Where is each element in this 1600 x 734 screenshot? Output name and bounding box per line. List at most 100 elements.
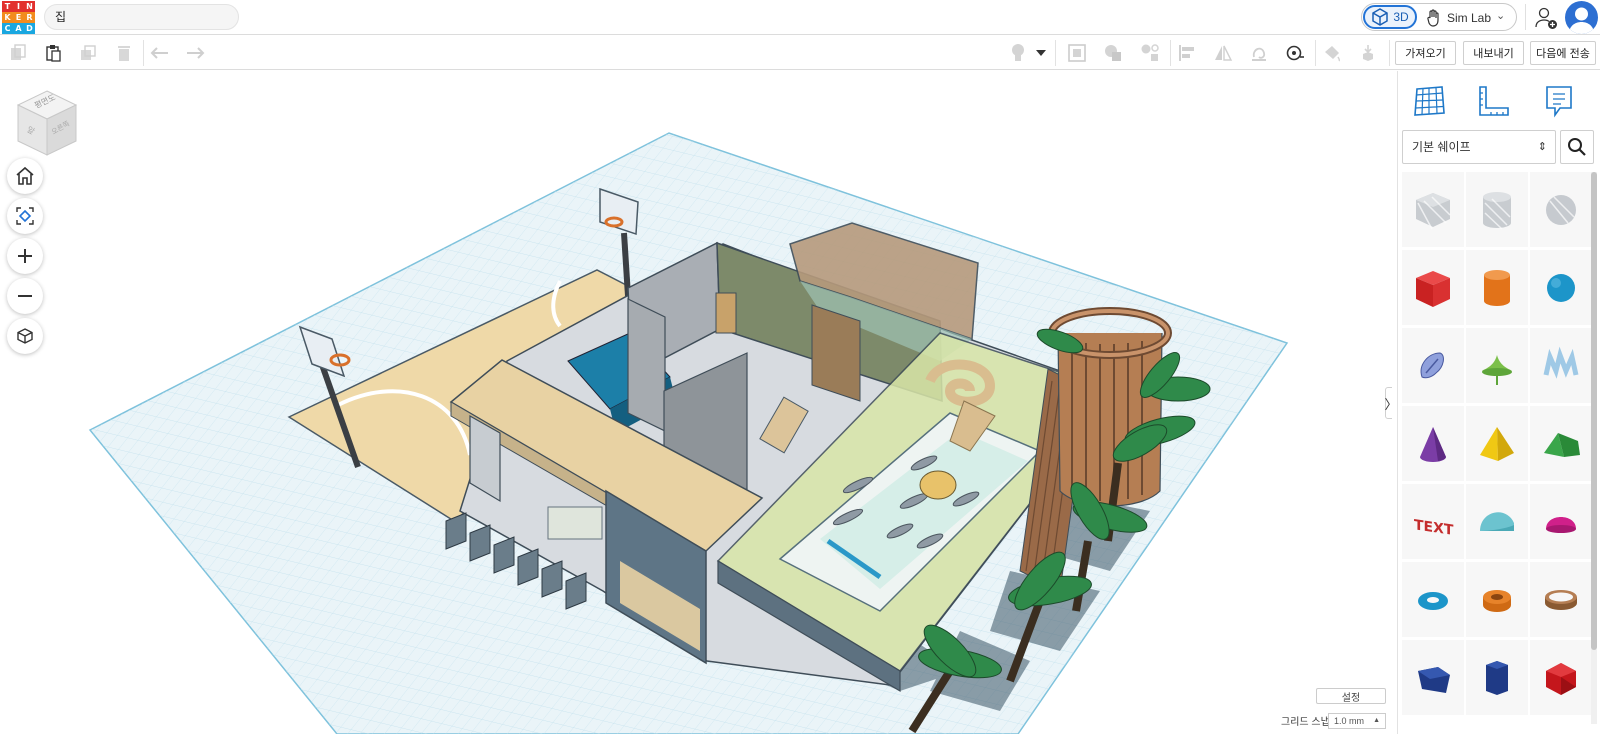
shape-library-grid: TEXT <box>1402 172 1592 715</box>
cone-icon[interactable] <box>1402 406 1464 481</box>
mode-3d-label: 3D <box>1393 10 1409 24</box>
chevron-right-icon: 〉 <box>1385 394 1393 413</box>
logo-letter: N <box>24 1 35 12</box>
divider <box>1389 40 1390 66</box>
updown-arrow-icon: ⇕ <box>1537 141 1547 153</box>
chevron-down-icon[interactable]: ⌄ <box>1496 9 1505 22</box>
sphere-hole-icon[interactable] <box>1530 172 1592 247</box>
shape-search-button[interactable] <box>1560 130 1594 164</box>
ruler-tape-icon[interactable] <box>1283 41 1307 65</box>
group-icon[interactable] <box>1101 41 1125 65</box>
logo-letter: A <box>13 23 24 34</box>
mirror-icon[interactable] <box>1211 41 1235 65</box>
cylinder-icon[interactable] <box>1466 250 1528 325</box>
box-icon[interactable] <box>1402 250 1464 325</box>
copy-icon[interactable] <box>6 41 30 65</box>
roof-icon[interactable] <box>1530 406 1592 481</box>
drop-to-workplane-icon[interactable] <box>1356 41 1380 65</box>
grid-snap-label: 그리드 스냅 <box>1281 717 1330 728</box>
toolbar: 가져오기 내보내기 다음에 전송 <box>0 36 1600 70</box>
mode-3d-button[interactable]: 3D <box>1363 5 1417 29</box>
polygon-icon[interactable] <box>1402 640 1464 715</box>
collapse-panel-button[interactable]: 〉 <box>1385 387 1392 419</box>
mode-sim-lab-label: Sim Lab <box>1447 11 1492 25</box>
paint-bucket-icon[interactable] <box>1320 41 1344 65</box>
send-to-button[interactable]: 다음에 전송 <box>1530 41 1596 65</box>
scrollbar-thumb[interactable] <box>1591 172 1597 650</box>
divider <box>1525 4 1526 30</box>
settings-button[interactable]: 설정 <box>1316 688 1386 704</box>
svg-text:TEXT: TEXT <box>1414 517 1454 539</box>
top-bar: TINKERCAD 집 3D Sim Lab ⌄ <box>0 0 1600 35</box>
divider <box>1170 40 1171 66</box>
zoom-in-button[interactable] <box>7 238 43 274</box>
hexagonal-prism-icon[interactable] <box>1466 640 1528 715</box>
tinkercad-logo[interactable]: TINKERCAD <box>2 1 35 34</box>
user-avatar[interactable] <box>1565 1 1598 34</box>
zoom-out-button[interactable] <box>7 278 43 314</box>
design-scene[interactable] <box>0 71 1392 734</box>
caret-down-icon[interactable] <box>1034 41 1048 65</box>
delete-icon[interactable] <box>112 41 136 65</box>
cube-3d-icon <box>1372 8 1389 26</box>
notes-icon[interactable] <box>1541 83 1577 119</box>
half-sphere-icon[interactable] <box>1466 484 1528 559</box>
workplane-icon[interactable] <box>1065 41 1089 65</box>
view-cube[interactable]: 평면도 앞 오른쪽 <box>14 87 80 159</box>
box-hole-icon[interactable] <box>1402 172 1464 247</box>
ellipsoid-icon[interactable] <box>1530 484 1592 559</box>
paraboloid-icon[interactable] <box>1466 328 1528 403</box>
workplane-canvas[interactable]: 평면도 앞 오른쪽 〉 설정 그리드 스냅 1.0 mm ▲ <box>0 71 1392 734</box>
shape-category-select[interactable]: 기본 쉐이프 ⇕ <box>1402 130 1556 164</box>
mode-sim-lab-button[interactable]: Sim Lab <box>1426 8 1491 28</box>
logo-letter: K <box>2 12 13 23</box>
grid-snap-select[interactable]: 1.0 mm ▲ <box>1328 713 1386 729</box>
home-view-button[interactable] <box>7 158 43 194</box>
fit-view-icon <box>16 207 34 225</box>
search-icon <box>1568 138 1586 156</box>
fit-view-button[interactable] <box>7 198 43 234</box>
cruise-icon[interactable] <box>1247 41 1271 65</box>
text-3d-icon[interactable] <box>1530 328 1592 403</box>
caret-up-icon: ▲ <box>1373 717 1380 724</box>
tube-icon[interactable] <box>1466 562 1528 637</box>
import-button[interactable]: 가져오기 <box>1395 41 1456 65</box>
logo-letter: I <box>13 1 24 12</box>
duplicate-icon[interactable] <box>76 41 100 65</box>
logo-letter: D <box>24 23 35 34</box>
logo-letter: R <box>24 12 35 23</box>
scribble-icon[interactable] <box>1402 328 1464 403</box>
redo-icon[interactable] <box>183 41 207 65</box>
pyramid-icon[interactable] <box>1466 406 1528 481</box>
divider <box>1055 40 1056 66</box>
align-icon[interactable] <box>1175 41 1199 65</box>
icosahedron-icon[interactable] <box>1530 640 1592 715</box>
ruler-icon[interactable] <box>1476 83 1512 119</box>
logo-letter: C <box>2 23 13 34</box>
torus-icon[interactable] <box>1402 562 1464 637</box>
ring-icon[interactable] <box>1530 562 1592 637</box>
sphere-icon[interactable] <box>1530 250 1592 325</box>
ungroup-icon[interactable] <box>1138 41 1162 65</box>
add-user-icon[interactable] <box>1534 6 1558 30</box>
export-button[interactable]: 내보내기 <box>1463 41 1524 65</box>
divider <box>143 40 144 66</box>
project-title-input[interactable]: 집 <box>44 4 239 30</box>
undo-icon[interactable] <box>148 41 172 65</box>
perspective-button[interactable] <box>7 318 43 354</box>
minus-icon <box>18 295 32 297</box>
shape-library-scrollbar[interactable] <box>1591 172 1597 724</box>
paste-icon[interactable] <box>41 41 65 65</box>
hand-icon <box>1427 9 1439 27</box>
divider <box>1315 40 1316 66</box>
shapes-panel: 기본 쉐이프 ⇕ TEXT <box>1397 71 1600 734</box>
cylinder-hole-icon[interactable] <box>1466 172 1528 247</box>
logo-letter: E <box>13 12 24 23</box>
workplane-tool-icon[interactable] <box>1411 83 1447 119</box>
text-icon[interactable]: TEXT <box>1402 484 1464 559</box>
cube-view-icon <box>17 328 33 344</box>
home-icon <box>16 166 34 185</box>
plus-icon <box>18 249 32 263</box>
light-bulb-icon[interactable] <box>1006 41 1030 65</box>
grid-snap-value: 1.0 mm <box>1334 716 1365 726</box>
